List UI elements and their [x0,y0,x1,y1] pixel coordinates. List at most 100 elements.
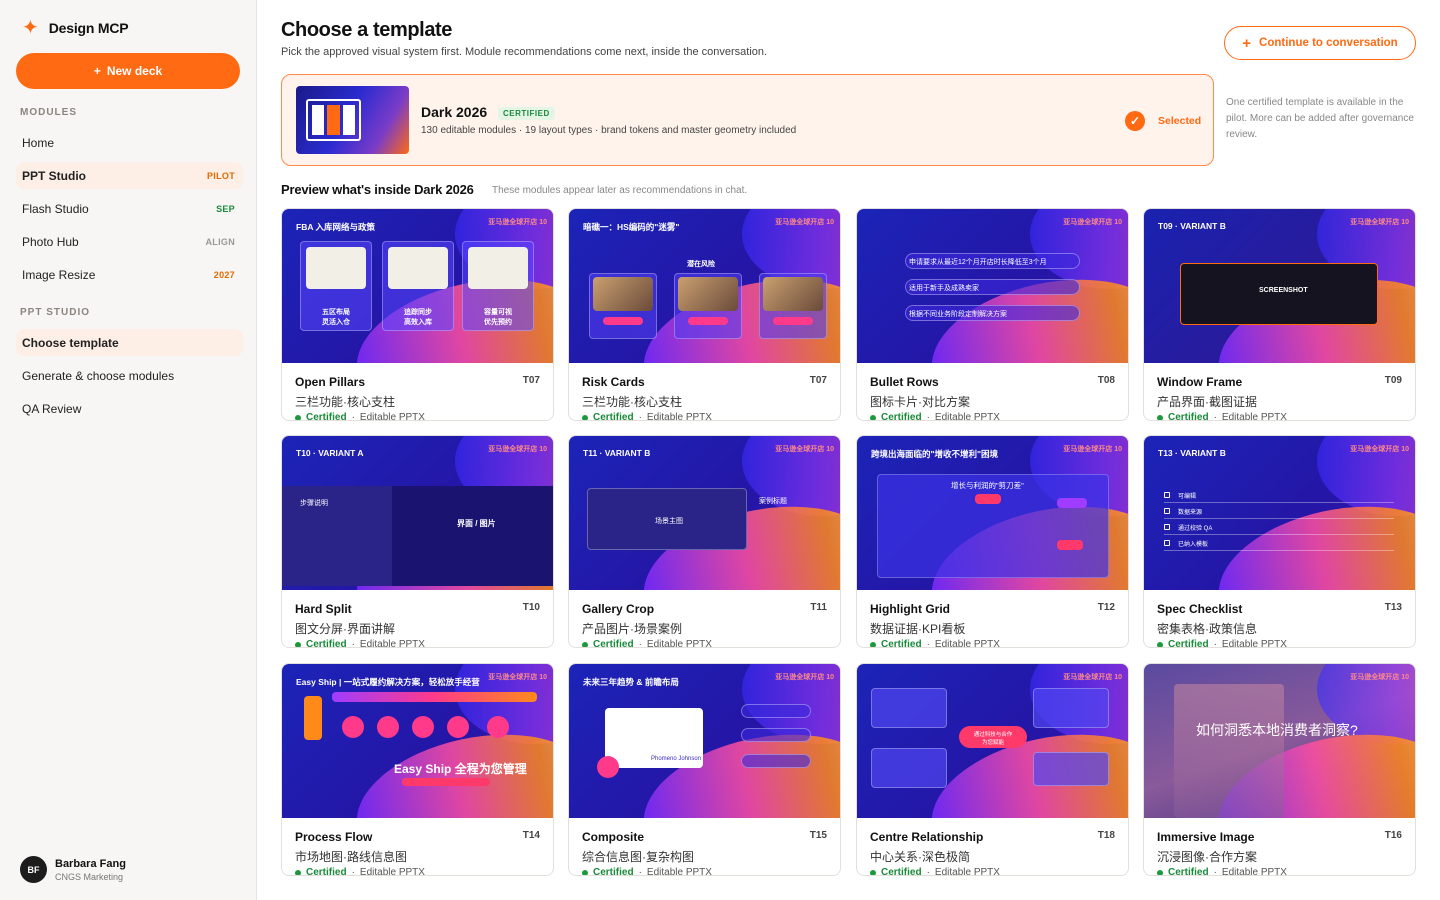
availability-note: One certified template is available in t… [1226,97,1414,140]
photo-image [593,277,653,311]
module-meta: Certified · Editable PPTX [870,639,1000,647]
pillar-label: 追踪同步 高效入库 [404,309,432,326]
sidebar-item-generate-modules[interactable]: Generate & choose modules [16,362,243,389]
sidebar-item-label: Image Resize [22,267,96,282]
continue-to-conversation-button[interactable]: + Continue to conversation [1224,26,1416,60]
brand-logo-icon: 亚马逊全球开店 10 [488,446,547,453]
template-name: Dark 2026 [421,104,488,120]
person-icon [304,696,322,740]
sidebar-item-flash-studio[interactable]: Flash Studio SEP [16,195,243,222]
brand-logo-icon: 亚马逊全球开店 10 [488,674,547,681]
thumbnail-headline: 未来三年趋势 & 前瞻布局 [583,677,679,687]
module-card[interactable]: 亚马逊全球开店 10 T09 · VARIANT B SCREENSHOT Windo… [1143,208,1416,421]
module-card[interactable]: 亚马逊全球开店 10 T13 · VARIANT B 可编辑 数据来源 通过校验 QA 已… [1143,435,1416,648]
module-thumbnail: 亚马逊全球开店 10 T10 · VARIANT A 步骤说明 界面 / 图片 [282,436,553,590]
image-label: 界面 / 图片 [457,519,496,528]
editable-label: Editable PPTX [646,639,712,648]
certified-label: Certified [593,412,634,421]
module-code: T12 [1097,602,1115,613]
new-deck-button[interactable]: + New deck [16,53,240,89]
module-code: T16 [1384,830,1402,841]
meta-separator: · [926,412,930,421]
certified-label: Certified [1168,639,1209,648]
status-dot-icon [1157,641,1163,647]
certified-label: Certified [881,867,922,876]
sidebar-item-photo-hub[interactable]: Photo Hub ALIGN [16,228,243,255]
sidebar-item-label: Choose template [22,335,119,350]
pillar-label: 五区布局 灵活入仓 [322,309,350,326]
sidebar-item-home[interactable]: Home [16,129,243,156]
status-dot-icon [295,414,301,420]
user-org: CNGS Marketing [55,871,124,882]
pilot-badge: PILOT [207,170,235,181]
sep-badge: SEP [216,203,235,214]
bullet-text: 根据不同业务阶段定制解决方案 [909,311,1007,318]
module-meta: Certified · Editable PPTX [1157,639,1287,648]
selected-template-card[interactable]: Dark 2026 CERTIFIED 130 editable modules… [281,74,1214,166]
centre-label: 通过科技与合作 为您赋能 [973,732,1013,746]
sidebar-item-choose-template[interactable]: Choose template [16,329,243,356]
risk-label: 潜在风险 [687,261,715,268]
editable-label: Editable PPTX [646,412,712,421]
module-thumbnail: 亚马逊全球开店 10 未来三年趋势 & 前瞻布局 Phomeno Johnson [569,664,840,818]
meta-separator: · [1213,867,1217,876]
brand-logo-icon: 亚马逊全球开店 10 [488,219,547,226]
gallery-label: 场景主图 [655,518,683,525]
module-thumbnail: 亚马逊全球开店 10 T09 · VARIANT B SCREENSHOT [1144,209,1415,363]
image-panel [392,486,553,586]
sidebar-item-qa-review[interactable]: QA Review [16,395,243,422]
brand[interactable]: ✦ Design MCP [22,18,129,38]
module-card[interactable]: 亚马逊全球开店 10 T10 · VARIANT A 步骤说明 界面 / 图片 Hard… [281,435,554,648]
module-name: Highlight Grid [870,602,950,616]
module-thumbnail: 亚马逊全球开店 10 T11 · VARIANT B 场景主图 案例标题 [569,436,840,590]
sidebar-item-ppt-studio[interactable]: PPT Studio PILOT [16,162,243,189]
module-thumbnail: 亚马逊全球开店 10 暗礁一：HS编码的"迷雾" 潜在风险 [569,209,840,363]
module-name: Open Pillars [295,375,366,389]
process-step-icon [487,716,509,738]
module-card[interactable]: 亚马逊全球开店 10 暗礁一：HS编码的"迷雾" 潜在风险 Risk Cards T07… [568,208,841,421]
module-card[interactable]: 亚马逊全球开店 10 T11 · VARIANT B 场景主图 案例标题 Gallery… [568,435,841,648]
module-card[interactable]: 亚马逊全球开店 10 跨境出海面临的"增收不增利"困境 增长与利润的"剪刀差" Hig… [856,435,1129,648]
module-card[interactable]: 亚马逊全球开店 10 如何洞悉本地消费者洞察? Immersive Image T16… [1143,663,1416,876]
sidebar-item-label: Generate & choose modules [22,368,175,383]
checkbox-icon [1164,492,1170,498]
ppt-studio-section-label: PPT STUDIO [20,307,91,318]
module-card[interactable]: 亚马逊全球开店 10 未来三年趋势 & 前瞻布局 Phomeno Johnson Co… [568,663,841,876]
checklist-item: 可编辑 [1178,494,1197,500]
slogan-underline [402,778,490,786]
editable-label: Editable PPTX [1221,412,1287,421]
meta-separator: · [926,867,930,876]
module-code: T08 [1097,375,1115,386]
module-name: Hard Split [295,602,352,616]
module-meta: Certified · Editable PPTX [1157,412,1287,421]
divider [1164,502,1394,503]
immersive-headline: 如何洞悉本地消费者洞察? [1196,722,1358,738]
checklist-item: 已纳入模板 [1178,542,1209,548]
module-card[interactable]: 亚马逊全球开店 10 申请要求从最近12个月开店时长降低至3个月 适用于新手及成熟卖… [856,208,1129,421]
thumbnail-headline: 暗礁一：HS编码的"迷雾" [583,222,680,232]
module-description: 三栏功能·核心支柱 [295,395,395,409]
editable-label: Editable PPTX [646,867,712,876]
relation-card [1033,688,1109,728]
module-thumbnail: 亚马逊全球开店 10 申请要求从最近12个月开店时长降低至3个月 适用于新手及成熟卖… [857,209,1128,363]
year-badge: 2027 [213,269,235,280]
kpi-tag [975,494,1001,504]
relation-card [1033,752,1109,786]
process-bar [332,692,537,702]
thumbnail-headline: T09 · VARIANT B [1158,221,1226,231]
status-dot-icon [870,641,876,647]
sidebar-item-image-resize[interactable]: Image Resize 2027 [16,261,243,288]
preview-title: Preview what's inside Dark 2026 [281,182,474,197]
module-card[interactable]: 亚马逊全球开店 10 FBA 入库网络与政策 五区布局 灵活入仓 追踪同步 高效入库 容… [281,208,554,421]
module-card[interactable]: 亚马逊全球开店 10 Easy Ship | 一站式履约解决方案，轻松放手经营 Ea… [281,663,554,876]
quote-author: Phomeno Johnson [651,756,702,762]
editable-label: Editable PPTX [1221,867,1287,876]
status-dot-icon [582,414,588,420]
meta-separator: · [351,639,355,648]
user-profile[interactable]: BF Barbara Fang CNGS Marketing [20,856,126,883]
module-description: 图标卡片·对比方案 [870,395,970,409]
module-card[interactable]: 亚马逊全球开店 10 通过科技与合作 为您赋能 Centre Relationshi… [856,663,1129,876]
module-name: Risk Cards [582,375,645,389]
meta-separator: · [1213,639,1217,648]
module-thumbnail: 亚马逊全球开店 10 通过科技与合作 为您赋能 [857,664,1128,818]
